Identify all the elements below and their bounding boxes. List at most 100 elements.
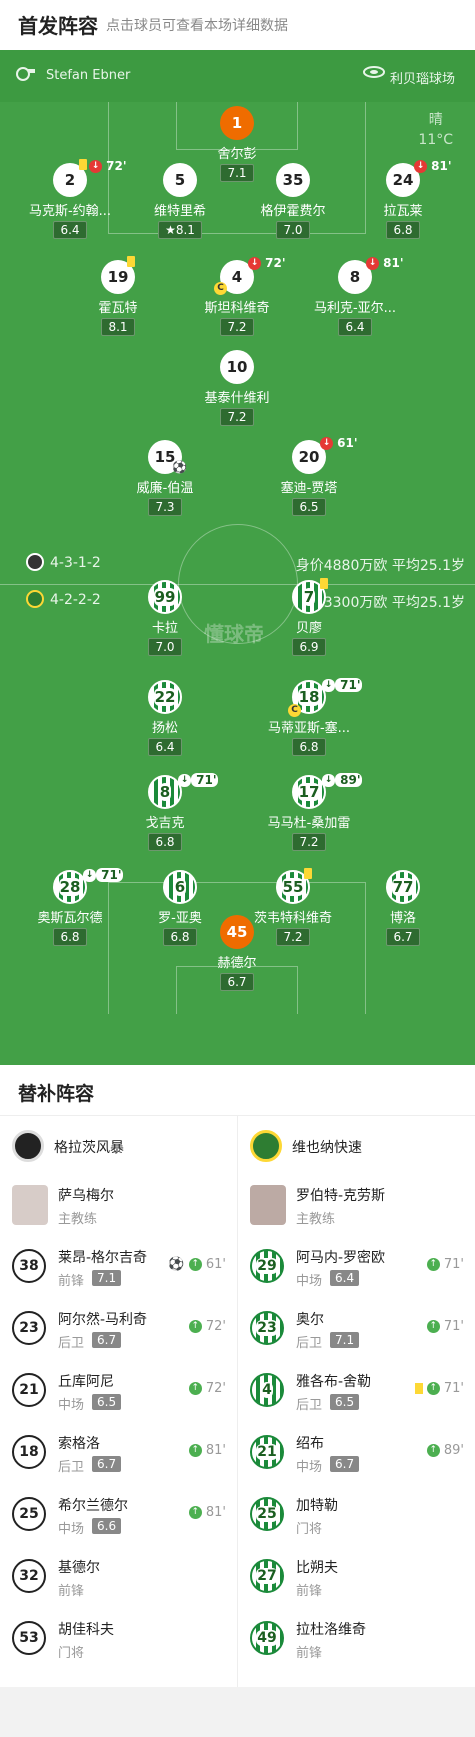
- number-text: 4: [231, 268, 243, 286]
- substitute-row[interactable]: 38 莱昂-格尔吉奇 前锋 7.1 ⚽ ↑ 61': [12, 1243, 232, 1293]
- away-team-header[interactable]: 维也纳快速: [250, 1127, 470, 1167]
- home-player[interactable]: 4 ↓ 72' C 斯坦科维奇 7.2: [182, 256, 292, 336]
- player-name: 马克斯-约翰...: [28, 204, 112, 219]
- home-formation: 4-3-1-2: [50, 555, 101, 571]
- sub-minute: 81': [379, 256, 404, 270]
- home-player[interactable]: 8 ↓ 81' 马利克-亚尔... 6.4: [300, 256, 410, 336]
- number-text: 99: [153, 588, 177, 606]
- away-player[interactable]: 77 博洛 6.7: [348, 870, 458, 946]
- sub-on-minute: 71': [443, 1319, 464, 1334]
- substitute-row[interactable]: 23 奥尔 后卫 7.1 ↑ 71': [250, 1305, 470, 1355]
- sub-number: 49: [250, 1621, 284, 1655]
- home-team-header[interactable]: 格拉茨风暴: [12, 1127, 232, 1167]
- substitute-row[interactable]: 49 拉杜洛维奇 前锋: [250, 1615, 470, 1665]
- home-player[interactable]: 20 ↓ 61' 塞迪-贾塔 6.5: [254, 436, 364, 516]
- player-name: 马马杜-桑加雷: [267, 816, 351, 831]
- substitute-row[interactable]: 29 阿马内-罗密欧 中场 6.4 ↑ 71': [250, 1243, 470, 1293]
- sub-off-badge: ↓ 71': [83, 868, 123, 882]
- header: 首发阵容 点击球员可查看本场详细数据: [0, 0, 475, 50]
- player-name: 霍瓦特: [98, 301, 138, 316]
- sub-on-icon: ↑: [188, 1320, 202, 1333]
- home-player[interactable]: 2 ↓ 72' 马克斯-约翰... 6.4: [15, 159, 127, 239]
- player-number: 24 ↓ 81': [386, 159, 452, 197]
- away-player[interactable]: 28 ↓ 71' 奥斯瓦尔德 6.8: [15, 868, 125, 946]
- sub-name: 索格洛: [58, 1436, 100, 1452]
- sub-position: 中场: [296, 1460, 323, 1475]
- away-team-name: 维也纳快速: [292, 1140, 362, 1156]
- substitute-row[interactable]: 21 绍布 中场 6.7 ↑ 89': [250, 1429, 470, 1479]
- player-name: 维特里希: [153, 204, 206, 219]
- away-team-icon: [26, 590, 44, 608]
- substitute-row[interactable]: 53 胡佳科夫 门将: [12, 1615, 232, 1665]
- substitute-row[interactable]: 25 希尔兰德尔 中场 6.6 ↑ 81': [12, 1491, 232, 1541]
- yellow-card-icon: [320, 578, 328, 589]
- away-player[interactable]: 45 赫德尔 6.7: [182, 915, 292, 991]
- player-rating: 6.8: [53, 928, 87, 946]
- number-text: 77: [391, 878, 415, 896]
- away-player[interactable]: 22 扬松 6.4: [110, 680, 220, 756]
- sub-rating: 6.6: [92, 1518, 122, 1534]
- substitutes-panel: 替补阵容 格拉茨风暴 维也纳快速 萨乌梅尔 主教练 罗伯特-克劳斯 主教练 38…: [0, 1065, 475, 1687]
- substitute-row[interactable]: 32 基德尔 前锋: [12, 1553, 232, 1603]
- substitute-row[interactable]: 21 丘库阿尼 中场 6.5 ↑ 72': [12, 1367, 232, 1417]
- sub-name: 拉杜洛维奇: [296, 1622, 366, 1638]
- yellow-card-icon: [127, 256, 135, 267]
- substitute-row[interactable]: 4 雅各布-舍勒 后卫 6.5 ↑ 71': [250, 1367, 470, 1417]
- number-text: 22: [153, 688, 177, 706]
- sub-name: 莱昂-格尔吉奇: [58, 1250, 148, 1266]
- player-number: 55: [276, 868, 312, 904]
- sub-name: 胡佳科夫: [58, 1622, 114, 1638]
- sub-number-text: 23: [19, 1320, 39, 1336]
- sub-number: 27: [250, 1559, 284, 1593]
- home-value: 身价4880万欧 平均25.1岁: [295, 558, 465, 574]
- substitute-row[interactable]: 27 比朔夫 前锋: [250, 1553, 470, 1603]
- sub-on-minute: 81': [205, 1443, 226, 1458]
- home-player[interactable]: 24 ↓ 81' 拉瓦莱 6.8: [348, 159, 458, 239]
- pitch: Stefan Ebner 利贝瑙球场 晴 11°C 懂球帝 4-3-1-2 身价…: [0, 50, 475, 1065]
- away-player[interactable]: 7 贝廖 6.9: [254, 578, 364, 656]
- sub-number-text: 53: [19, 1630, 39, 1646]
- home-player[interactable]: 35 格伊霍费尔 7.0: [238, 163, 348, 239]
- away-coach-role: 主教练: [296, 1212, 336, 1227]
- away-player[interactable]: 8 ↓ 71' 戈吉克 6.8: [110, 773, 220, 851]
- sub-off-icon: ↓: [320, 437, 333, 450]
- sub-number-text: 32: [19, 1568, 39, 1584]
- away-player[interactable]: 17 ↓ 89' 马马杜-桑加雷 7.2: [254, 773, 364, 851]
- sub-off-badge: ↓ 71': [178, 773, 218, 787]
- player-name: 格伊霍费尔: [260, 204, 326, 219]
- away-player[interactable]: 99 卡拉 7.0: [110, 580, 220, 656]
- sub-on-minute: 72': [205, 1381, 226, 1396]
- number-text: 5: [174, 171, 186, 189]
- number-text: 8: [349, 268, 361, 286]
- home-player[interactable]: 5 维特里希 ★8.1: [125, 163, 235, 239]
- sub-number-text: 18: [19, 1444, 39, 1460]
- stadium-icon: [363, 66, 385, 78]
- sub-off-icon: ↓: [322, 774, 335, 787]
- player-number: 4 ↓ 72' C: [214, 256, 286, 295]
- home-coach[interactable]: 萨乌梅尔 主教练: [12, 1183, 232, 1233]
- player-name: 斯坦科维奇: [204, 301, 270, 316]
- number-text: 7: [302, 588, 316, 606]
- sub-number-text: 49: [256, 1630, 278, 1646]
- sub-number: 21: [250, 1435, 284, 1469]
- player-rating: 7.0: [276, 221, 310, 239]
- substitute-row[interactable]: 25 加特勒 门将: [250, 1491, 470, 1541]
- home-player[interactable]: 19 霍瓦特 8.1: [63, 256, 173, 336]
- goal-icon: ⚽: [172, 460, 187, 474]
- away-coach[interactable]: 罗伯特-克劳斯 主教练: [250, 1183, 470, 1233]
- substitute-row[interactable]: 18 索格洛 后卫 6.7 ↑ 81': [12, 1429, 232, 1479]
- home-player[interactable]: 15 ⚽ 威廉-伯温 7.3: [110, 440, 220, 516]
- player-number: 45: [220, 915, 254, 949]
- number-text: 10: [226, 358, 248, 376]
- sub-number-text: 21: [256, 1444, 278, 1460]
- sub-on-minute: 61': [205, 1257, 226, 1272]
- sub-position: 后卫: [58, 1336, 85, 1351]
- match-info-bar: Stefan Ebner 利贝瑙球场: [0, 50, 475, 102]
- captain-icon: C: [288, 704, 301, 717]
- sub-position: 前锋: [58, 1584, 85, 1599]
- away-player[interactable]: 18 ↓ 71' C 马蒂亚斯-塞... 6.8: [254, 678, 364, 756]
- home-player[interactable]: 10 基泰什维利 7.2: [182, 350, 292, 426]
- substitute-row[interactable]: 23 阿尔然-马利奇 后卫 6.7 ↑ 72': [12, 1305, 232, 1355]
- sub-on-minute: 72': [205, 1319, 226, 1334]
- sub-on-icon: ↑: [188, 1258, 202, 1271]
